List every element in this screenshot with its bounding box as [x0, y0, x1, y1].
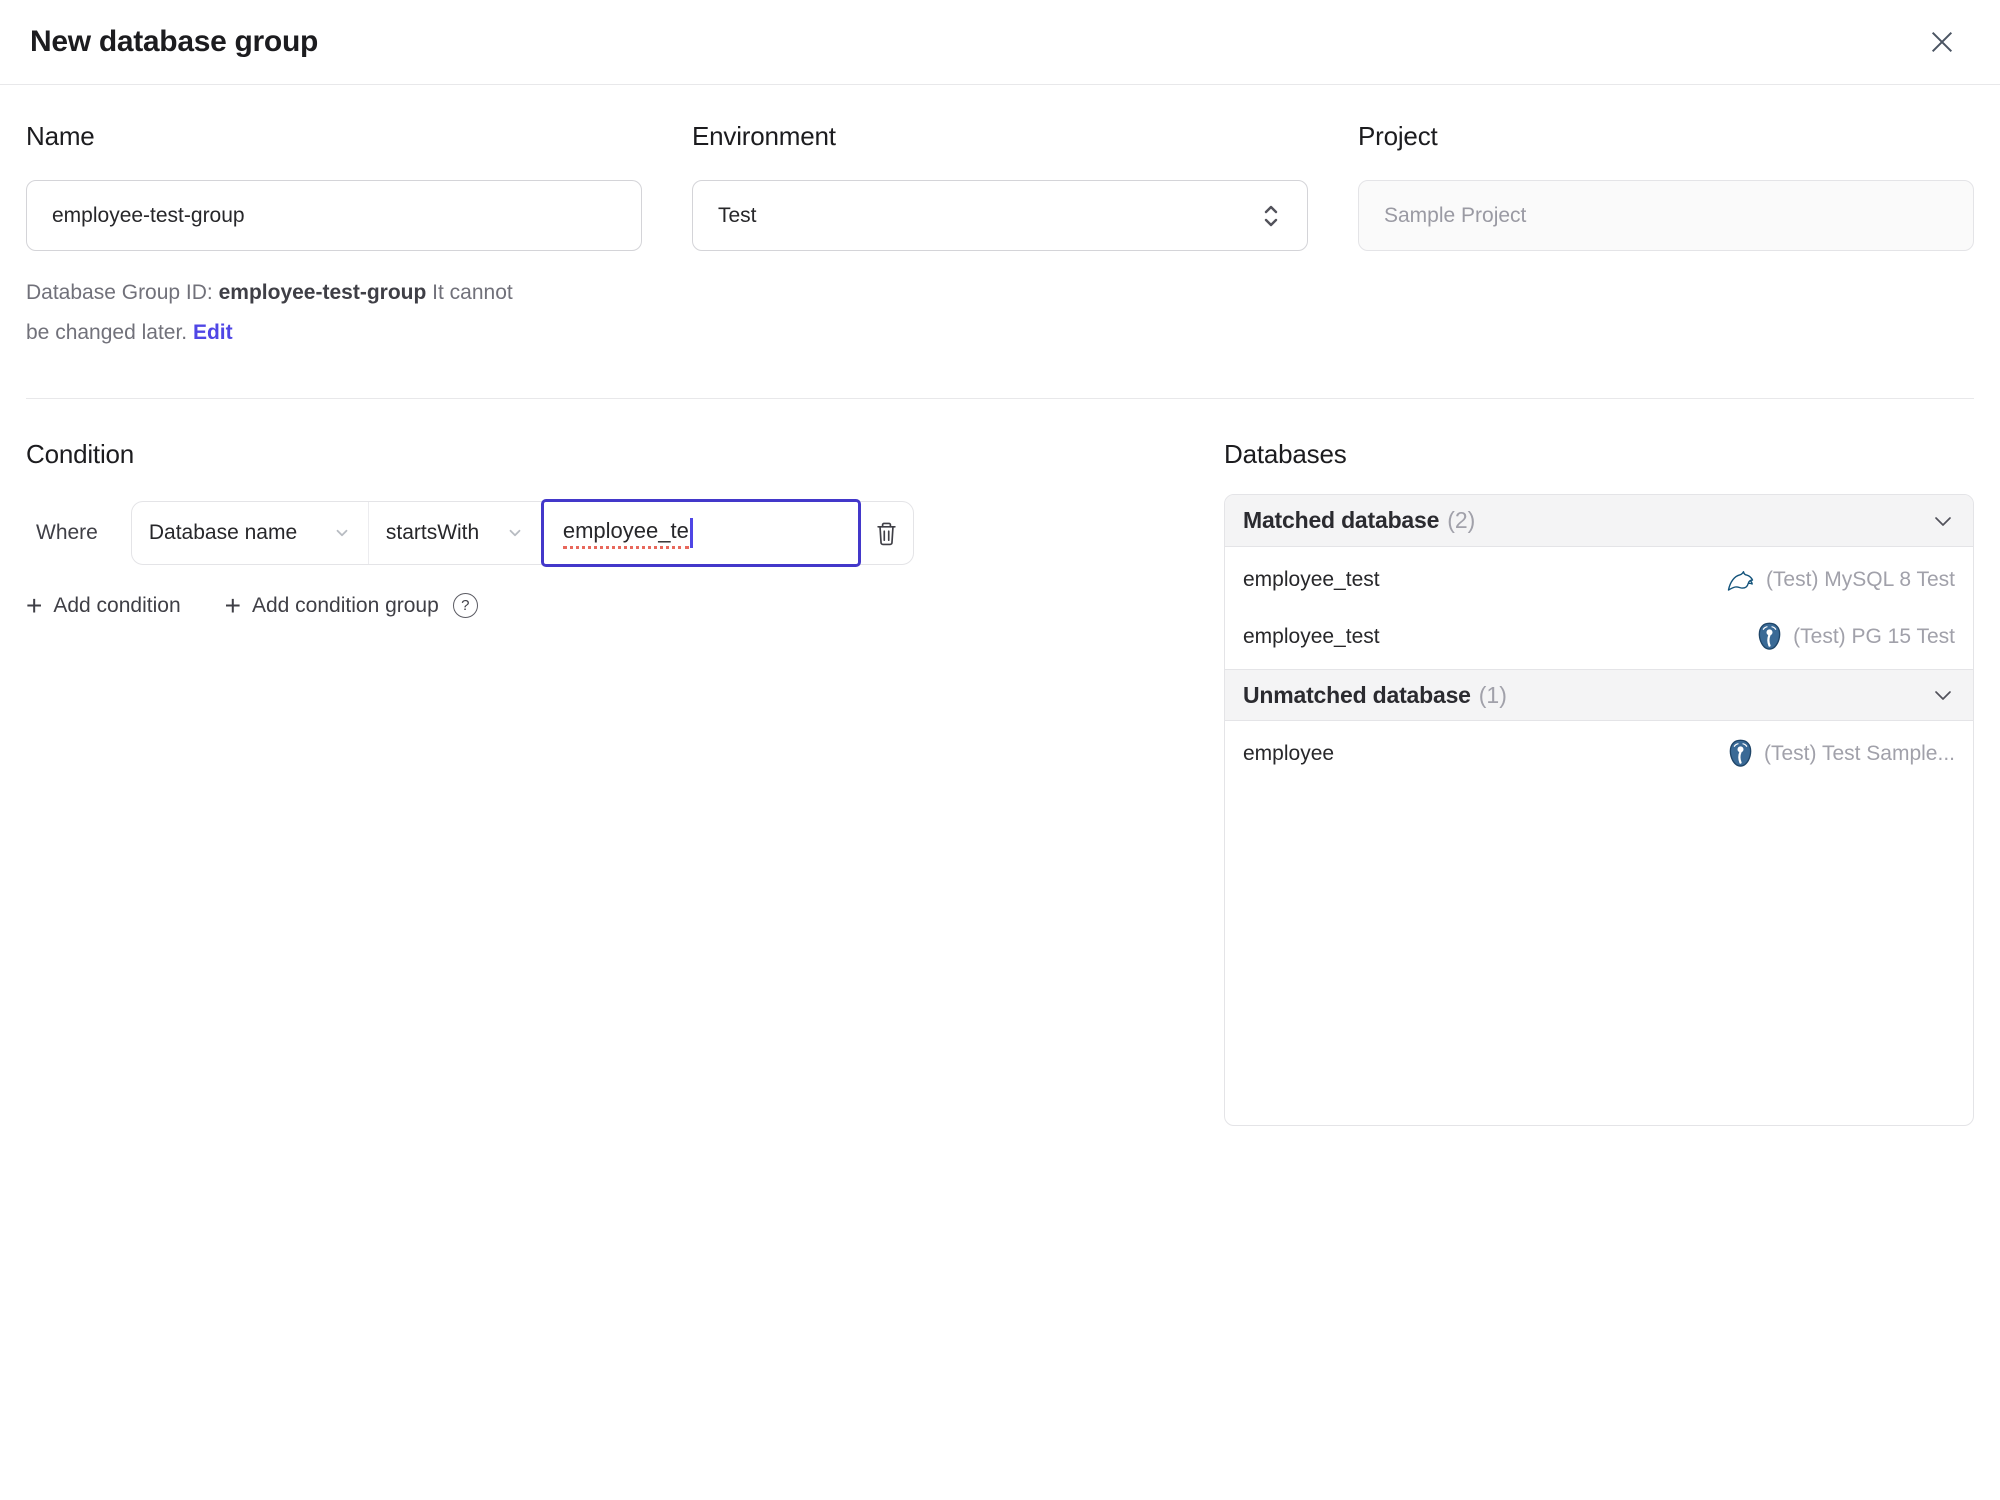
dialog-title: New database group	[30, 25, 318, 58]
postgres-icon	[1727, 739, 1754, 768]
dialog-header: New database group	[0, 0, 2000, 85]
condition-operator-select[interactable]: startsWith	[369, 502, 541, 564]
close-button[interactable]	[1920, 20, 1964, 64]
selector-updown-icon	[1260, 201, 1282, 231]
form-grid: Name employee-test-group Database Group …	[26, 121, 1974, 353]
unmatched-database-header[interactable]: Unmatched database (1)	[1225, 669, 1973, 721]
unmatched-database-rows: employee (Test) Test Sample...	[1225, 721, 1973, 786]
name-field-group: Name employee-test-group Database Group …	[26, 121, 642, 353]
help-icon[interactable]: ?	[452, 593, 478, 618]
postgres-icon	[1756, 622, 1783, 651]
edit-id-link[interactable]: Edit	[193, 321, 233, 344]
database-instance: (Test) MySQL 8 Test	[1726, 567, 1955, 593]
condition-value-text: employee_te	[562, 518, 689, 549]
matched-database-header[interactable]: Matched database (2)	[1225, 495, 1973, 547]
database-row: employee_test (Test) PG 15 Test	[1225, 608, 1973, 665]
databases-heading: Databases	[1224, 439, 1347, 469]
name-input[interactable]: employee-test-group	[26, 180, 642, 251]
group-id-hint: Database Group ID: employee-test-group I…	[26, 273, 531, 353]
matched-database-rows: employee_test (Test) MySQL 8 Test employ…	[1225, 547, 1973, 669]
chevron-down-icon	[333, 524, 351, 542]
where-label: Where	[36, 521, 98, 544]
add-condition-group-label: Add condition group	[251, 593, 439, 617]
environment-select[interactable]: Test	[692, 180, 1308, 251]
condition-field-select[interactable]: Database name	[132, 502, 369, 564]
database-instance-label: (Test) Test Sample...	[1763, 741, 1955, 765]
text-cursor	[689, 518, 693, 548]
condition-operator-value: startsWith	[385, 521, 480, 544]
databases-section: Databases Matched database (2) employee_t…	[1224, 399, 1974, 1126]
delete-condition-button[interactable]	[861, 502, 913, 564]
project-field-group: Project Sample Project	[1358, 121, 1974, 353]
unmatched-database-count: (1)	[1478, 681, 1507, 708]
condition-actions: + Add condition + Add condition group ?	[26, 589, 1224, 621]
mysql-icon	[1726, 567, 1756, 593]
condition-group: Database name startsWith employee_te	[130, 499, 914, 567]
condition-field-value: Database name	[148, 521, 298, 544]
group-id-hint-prefix: Database Group ID:	[26, 281, 219, 304]
environment-label: Environment	[692, 121, 836, 151]
condition-section: Condition Where Database name startsWith	[26, 399, 1224, 621]
environment-field-group: Environment Test	[692, 121, 1308, 353]
database-instance: (Test) Test Sample...	[1727, 739, 1955, 768]
database-name: employee_test	[1243, 624, 1380, 648]
name-label: Name	[26, 121, 95, 151]
database-name: employee	[1243, 741, 1335, 765]
condition-value-input[interactable]: employee_te	[540, 499, 861, 567]
add-condition-button[interactable]: + Add condition	[26, 589, 181, 621]
unmatched-database-label: Unmatched database	[1243, 681, 1471, 708]
database-instance-label: (Test) MySQL 8 Test	[1765, 567, 1955, 591]
database-instance: (Test) PG 15 Test	[1756, 622, 1955, 651]
matched-database-count: (2)	[1447, 507, 1476, 533]
add-condition-label: Add condition	[53, 593, 181, 617]
condition-row: Where Database name startsWith employee_…	[26, 499, 1224, 567]
trash-icon	[873, 519, 900, 548]
plus-icon: +	[224, 589, 241, 621]
close-icon	[1926, 26, 1958, 58]
database-row: employee (Test) Test Sample...	[1225, 725, 1973, 782]
chevron-down-icon	[1931, 509, 1955, 533]
group-id-value: employee-test-group	[218, 281, 427, 304]
name-input-value: employee-test-group	[52, 203, 245, 227]
database-name: employee_test	[1243, 567, 1380, 591]
chevron-down-icon	[506, 524, 524, 542]
matched-database-label: Matched database	[1243, 507, 1440, 533]
lower-area: Condition Where Database name startsWith	[26, 399, 1974, 1126]
databases-panel: Matched database (2) employee_test (Test…	[1224, 494, 1974, 1126]
project-input-value: Sample Project	[1384, 203, 1527, 227]
condition-heading: Condition	[26, 439, 135, 469]
project-label: Project	[1358, 121, 1438, 151]
project-input: Sample Project	[1358, 180, 1974, 251]
plus-icon: +	[26, 589, 43, 621]
add-condition-group-button[interactable]: + Add condition group	[224, 589, 439, 621]
chevron-down-icon	[1931, 683, 1955, 707]
environment-select-value: Test	[718, 203, 757, 227]
database-row: employee_test (Test) MySQL 8 Test	[1225, 551, 1973, 608]
database-instance-label: (Test) PG 15 Test	[1793, 624, 1955, 648]
